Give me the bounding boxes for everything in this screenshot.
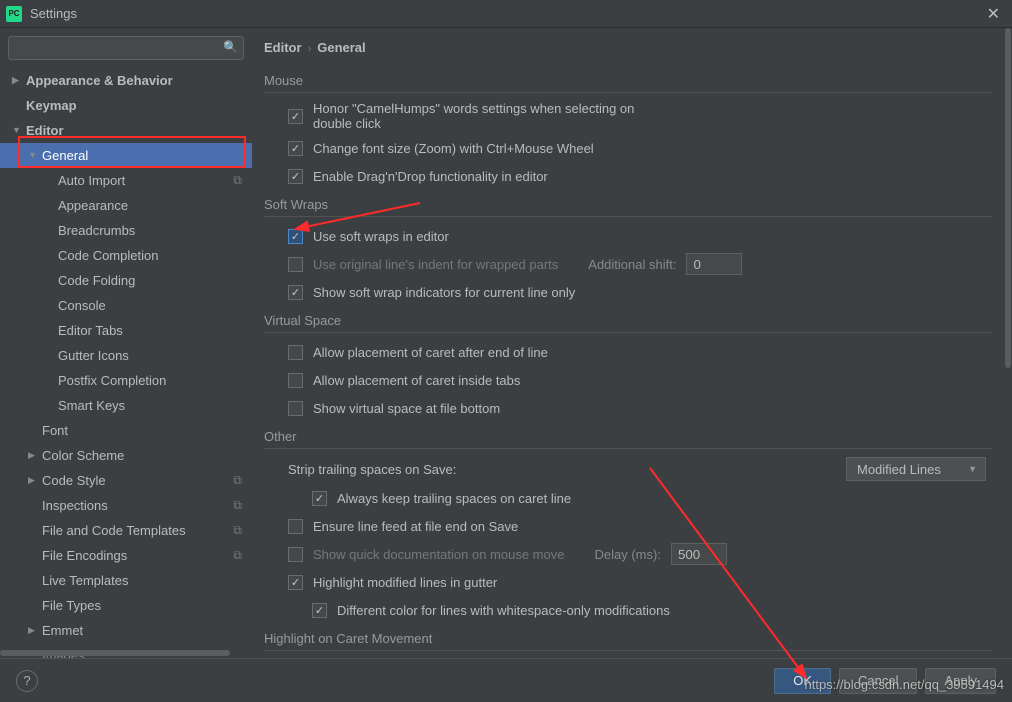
tree-postfix-completion[interactable]: Postfix Completion [0,368,252,393]
opt-highlight-modified[interactable]: Highlight modified lines in gutter [288,571,992,593]
opt-caret-eol[interactable]: Allow placement of caret after end of li… [288,341,992,363]
tree-inspections[interactable]: Inspections⧉ [0,493,252,518]
checkbox-icon[interactable] [288,373,303,388]
content-panel: Editor›General Mouse Honor "CamelHumps" … [252,28,1012,658]
checkbox-icon[interactable] [288,345,303,360]
tree-smart-keys[interactable]: Smart Keys [0,393,252,418]
tree-keymap[interactable]: Keymap [0,93,252,118]
delay-label: Delay (ms): [594,547,660,562]
checkbox-icon[interactable] [288,109,303,124]
scrollbar-vertical[interactable] [1004,28,1012,658]
checkbox-icon[interactable] [288,141,303,156]
opt-diff-color[interactable]: Different color for lines with whitespac… [312,599,992,621]
tree-file-code-templates[interactable]: File and Code Templates⧉ [0,518,252,543]
tree-code-folding[interactable]: Code Folding [0,268,252,293]
watermark: https://blog.csdn.net/qq_39591494 [805,677,1005,692]
strip-trailing-dropdown[interactable]: Modified Lines [846,457,986,481]
schema-icon: ⧉ [233,523,242,538]
opt-always-keep[interactable]: Always keep trailing spaces on caret lin… [312,487,992,509]
checkbox-icon[interactable] [288,575,303,590]
close-icon[interactable]: ✕ [981,4,1006,24]
tree-console[interactable]: Console [0,293,252,318]
checkbox-icon[interactable] [288,401,303,416]
tree-appearance[interactable]: Appearance [0,193,252,218]
settings-tree: Appearance & Behavior Keymap Editor Gene… [0,68,252,658]
checkbox-icon[interactable] [288,547,303,562]
delay-input[interactable] [671,543,727,565]
section-other: Other [264,429,992,449]
tree-file-types[interactable]: File Types [0,593,252,618]
tree-breadcrumbs[interactable]: Breadcrumbs [0,218,252,243]
search-wrap: 🔍 [0,28,252,68]
additional-shift-input[interactable] [686,253,742,275]
opt-show-soft-indicators[interactable]: Show soft wrap indicators for current li… [288,281,992,303]
help-button[interactable]: ? [16,670,38,692]
tree-general[interactable]: General [0,143,252,168]
tree-auto-import[interactable]: Auto Import⧉ [0,168,252,193]
tree-color-scheme[interactable]: Color Scheme [0,443,252,468]
opt-original-indent[interactable]: Use original line's indent for wrapped p… [288,253,992,275]
checkbox-icon[interactable] [288,257,303,272]
tree-editor[interactable]: Editor [0,118,252,143]
sidebar: 🔍 Appearance & Behavior Keymap Editor Ge… [0,28,252,658]
checkbox-icon[interactable] [288,519,303,534]
opt-honor-camelhumps[interactable]: Honor "CamelHumps" words settings when s… [288,101,992,131]
tree-appearance-behavior[interactable]: Appearance & Behavior [0,68,252,93]
tree-code-completion[interactable]: Code Completion [0,243,252,268]
search-icon: 🔍 [223,40,238,54]
schema-icon: ⧉ [233,548,242,563]
schema-icon: ⧉ [233,498,242,513]
section-mouse: Mouse [264,73,992,93]
app-icon: PC [6,6,22,22]
opt-quick-doc[interactable]: Show quick documentation on mouse move D… [288,543,992,565]
checkbox-icon[interactable] [288,285,303,300]
section-virtual-space: Virtual Space [264,313,992,333]
chevron-right-icon: › [308,43,312,55]
titlebar: PC Settings ✕ [0,0,1012,28]
tree-emmet[interactable]: Emmet [0,618,252,643]
tree-gutter-icons[interactable]: Gutter Icons [0,343,252,368]
section-highlight-caret: Highlight on Caret Movement [264,631,992,651]
tree-code-style[interactable]: Code Style⧉ [0,468,252,493]
tree-live-templates[interactable]: Live Templates [0,568,252,593]
tree-font[interactable]: Font [0,418,252,443]
search-input[interactable] [8,36,244,60]
opt-use-soft-wraps[interactable]: Use soft wraps in editor [288,225,992,247]
main: 🔍 Appearance & Behavior Keymap Editor Ge… [0,28,1012,658]
checkbox-icon[interactable] [312,491,327,506]
opt-ensure-lf[interactable]: Ensure line feed at file end on Save [288,515,992,537]
opt-caret-tabs[interactable]: Allow placement of caret inside tabs [288,369,992,391]
scrollbar-horizontal[interactable] [0,649,252,657]
checkbox-icon[interactable] [312,603,327,618]
opt-enable-dnd[interactable]: Enable Drag'n'Drop functionality in edit… [288,165,992,187]
schema-icon: ⧉ [233,173,242,188]
breadcrumb: Editor›General [264,40,992,55]
opt-strip-trailing: Strip trailing spaces on Save: Modified … [288,457,992,481]
additional-shift-label: Additional shift: [588,257,676,272]
opt-virtual-bottom[interactable]: Show virtual space at file bottom [288,397,992,419]
schema-icon: ⧉ [233,473,242,488]
tree-editor-tabs[interactable]: Editor Tabs [0,318,252,343]
tree-file-encodings[interactable]: File Encodings⧉ [0,543,252,568]
window-title: Settings [30,6,77,21]
checkbox-icon[interactable] [288,169,303,184]
section-soft-wraps: Soft Wraps [264,197,992,217]
checkbox-icon[interactable] [288,229,303,244]
opt-change-font-size[interactable]: Change font size (Zoom) with Ctrl+Mouse … [288,137,992,159]
